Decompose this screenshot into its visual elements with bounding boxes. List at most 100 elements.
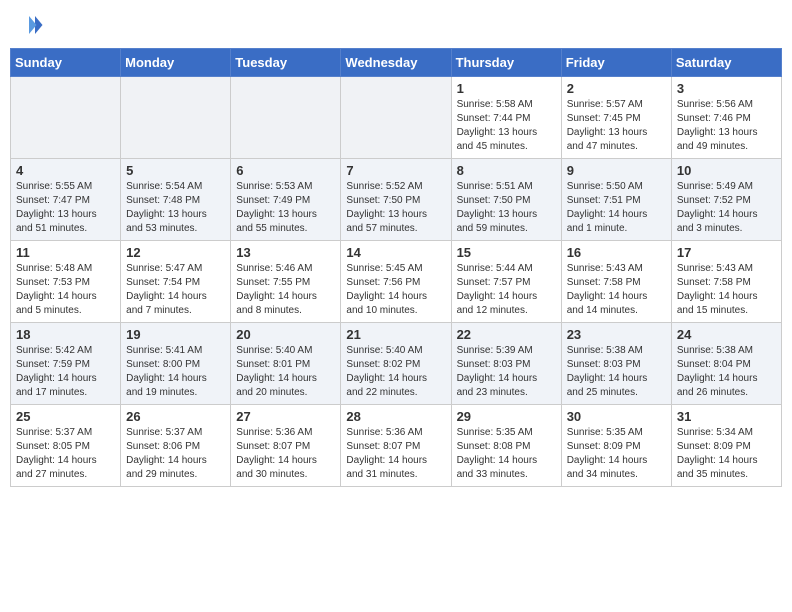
day-detail: Sunrise: 5:51 AM Sunset: 7:50 PM Dayligh…	[457, 180, 556, 236]
logo	[14, 10, 48, 40]
day-number: 10	[677, 163, 776, 178]
day-number: 9	[567, 163, 666, 178]
calendar-cell: 1 Sunrise: 5:58 AM Sunset: 7:44 PM Daylig…	[451, 77, 561, 159]
day-detail: Sunrise: 5:39 AM Sunset: 8:03 PM Dayligh…	[457, 344, 556, 400]
day-number: 21	[346, 327, 445, 342]
day-number: 1	[457, 81, 556, 96]
day-number: 3	[677, 81, 776, 96]
day-number: 7	[346, 163, 445, 178]
calendar-cell: 30 Sunrise: 5:35 AM Sunset: 8:09 PM Dayli…	[561, 405, 671, 487]
calendar-cell: 9 Sunrise: 5:50 AM Sunset: 7:51 PM Daylig…	[561, 159, 671, 241]
day-of-week-header: Friday	[561, 49, 671, 77]
day-detail: Sunrise: 5:55 AM Sunset: 7:47 PM Dayligh…	[16, 180, 115, 236]
day-detail: Sunrise: 5:44 AM Sunset: 7:57 PM Dayligh…	[457, 262, 556, 318]
calendar-cell	[341, 77, 451, 159]
day-number: 16	[567, 245, 666, 260]
calendar-cell	[121, 77, 231, 159]
day-number: 11	[16, 245, 115, 260]
day-of-week-header: Monday	[121, 49, 231, 77]
calendar-cell: 16 Sunrise: 5:43 AM Sunset: 7:58 PM Dayli…	[561, 241, 671, 323]
calendar-cell	[231, 77, 341, 159]
calendar-header-row: SundayMondayTuesdayWednesdayThursdayFrid…	[11, 49, 782, 77]
day-number: 18	[16, 327, 115, 342]
calendar-cell: 22 Sunrise: 5:39 AM Sunset: 8:03 PM Dayli…	[451, 323, 561, 405]
day-detail: Sunrise: 5:57 AM Sunset: 7:45 PM Dayligh…	[567, 98, 666, 154]
day-number: 4	[16, 163, 115, 178]
day-number: 31	[677, 409, 776, 424]
day-number: 17	[677, 245, 776, 260]
day-detail: Sunrise: 5:35 AM Sunset: 8:08 PM Dayligh…	[457, 426, 556, 482]
day-detail: Sunrise: 5:37 AM Sunset: 8:06 PM Dayligh…	[126, 426, 225, 482]
calendar-cell: 15 Sunrise: 5:44 AM Sunset: 7:57 PM Dayli…	[451, 241, 561, 323]
day-detail: Sunrise: 5:36 AM Sunset: 8:07 PM Dayligh…	[236, 426, 335, 482]
calendar-cell: 2 Sunrise: 5:57 AM Sunset: 7:45 PM Daylig…	[561, 77, 671, 159]
day-number: 6	[236, 163, 335, 178]
calendar-cell: 8 Sunrise: 5:51 AM Sunset: 7:50 PM Daylig…	[451, 159, 561, 241]
day-detail: Sunrise: 5:42 AM Sunset: 7:59 PM Dayligh…	[16, 344, 115, 400]
day-number: 23	[567, 327, 666, 342]
day-number: 8	[457, 163, 556, 178]
day-detail: Sunrise: 5:41 AM Sunset: 8:00 PM Dayligh…	[126, 344, 225, 400]
day-detail: Sunrise: 5:34 AM Sunset: 8:09 PM Dayligh…	[677, 426, 776, 482]
day-detail: Sunrise: 5:58 AM Sunset: 7:44 PM Dayligh…	[457, 98, 556, 154]
day-detail: Sunrise: 5:35 AM Sunset: 8:09 PM Dayligh…	[567, 426, 666, 482]
calendar-cell: 4 Sunrise: 5:55 AM Sunset: 7:47 PM Daylig…	[11, 159, 121, 241]
calendar-cell: 11 Sunrise: 5:48 AM Sunset: 7:53 PM Dayli…	[11, 241, 121, 323]
day-number: 13	[236, 245, 335, 260]
calendar-cell: 6Sunrise: 5:53 AM Sunset: 7:49 PM Daylig…	[231, 159, 341, 241]
calendar-cell: 10 Sunrise: 5:49 AM Sunset: 7:52 PM Dayli…	[671, 159, 781, 241]
day-detail: Sunrise: 5:49 AM Sunset: 7:52 PM Dayligh…	[677, 180, 776, 236]
day-number: 15	[457, 245, 556, 260]
calendar-cell	[11, 77, 121, 159]
calendar-cell: 13Sunrise: 5:46 AM Sunset: 7:55 PM Dayli…	[231, 241, 341, 323]
logo-icon	[14, 10, 44, 40]
day-number: 24	[677, 327, 776, 342]
day-number: 5	[126, 163, 225, 178]
day-detail: Sunrise: 5:36 AM Sunset: 8:07 PM Dayligh…	[346, 426, 445, 482]
day-of-week-header: Saturday	[671, 49, 781, 77]
day-detail: Sunrise: 5:38 AM Sunset: 8:04 PM Dayligh…	[677, 344, 776, 400]
day-number: 25	[16, 409, 115, 424]
day-number: 29	[457, 409, 556, 424]
calendar-week-row: 25 Sunrise: 5:37 AM Sunset: 8:05 PM Dayli…	[11, 405, 782, 487]
calendar-cell: 14 Sunrise: 5:45 AM Sunset: 7:56 PM Dayli…	[341, 241, 451, 323]
day-detail: Sunrise: 5:45 AM Sunset: 7:56 PM Dayligh…	[346, 262, 445, 318]
day-detail: Sunrise: 5:52 AM Sunset: 7:50 PM Dayligh…	[346, 180, 445, 236]
calendar-week-row: 18 Sunrise: 5:42 AM Sunset: 7:59 PM Dayli…	[11, 323, 782, 405]
day-detail: Sunrise: 5:50 AM Sunset: 7:51 PM Dayligh…	[567, 180, 666, 236]
calendar-week-row: 1 Sunrise: 5:58 AM Sunset: 7:44 PM Daylig…	[11, 77, 782, 159]
calendar-cell: 25 Sunrise: 5:37 AM Sunset: 8:05 PM Dayli…	[11, 405, 121, 487]
day-number: 22	[457, 327, 556, 342]
calendar-cell: 31 Sunrise: 5:34 AM Sunset: 8:09 PM Dayli…	[671, 405, 781, 487]
day-detail: Sunrise: 5:37 AM Sunset: 8:05 PM Dayligh…	[16, 426, 115, 482]
day-detail: Sunrise: 5:56 AM Sunset: 7:46 PM Dayligh…	[677, 98, 776, 154]
calendar-cell: 26Sunrise: 5:37 AM Sunset: 8:06 PM Dayli…	[121, 405, 231, 487]
calendar-cell: 5 Sunrise: 5:54 AM Sunset: 7:48 PM Daylig…	[121, 159, 231, 241]
day-detail: Sunrise: 5:48 AM Sunset: 7:53 PM Dayligh…	[16, 262, 115, 318]
page-header	[10, 10, 782, 40]
day-detail: Sunrise: 5:43 AM Sunset: 7:58 PM Dayligh…	[567, 262, 666, 318]
calendar-cell: 7 Sunrise: 5:52 AM Sunset: 7:50 PM Daylig…	[341, 159, 451, 241]
day-of-week-header: Thursday	[451, 49, 561, 77]
day-number: 12	[126, 245, 225, 260]
day-number: 30	[567, 409, 666, 424]
calendar-week-row: 11 Sunrise: 5:48 AM Sunset: 7:53 PM Dayli…	[11, 241, 782, 323]
day-number: 20	[236, 327, 335, 342]
calendar-table: SundayMondayTuesdayWednesdayThursdayFrid…	[10, 48, 782, 487]
calendar-cell: 12 Sunrise: 5:47 AM Sunset: 7:54 PM Dayli…	[121, 241, 231, 323]
calendar-cell: 20 Sunrise: 5:40 AM Sunset: 8:01 PM Dayli…	[231, 323, 341, 405]
calendar-cell: 18 Sunrise: 5:42 AM Sunset: 7:59 PM Dayli…	[11, 323, 121, 405]
day-detail: Sunrise: 5:47 AM Sunset: 7:54 PM Dayligh…	[126, 262, 225, 318]
calendar-cell: 19Sunrise: 5:41 AM Sunset: 8:00 PM Dayli…	[121, 323, 231, 405]
day-detail: Sunrise: 5:40 AM Sunset: 8:01 PM Dayligh…	[236, 344, 335, 400]
calendar-cell: 17Sunrise: 5:43 AM Sunset: 7:58 PM Dayli…	[671, 241, 781, 323]
calendar-week-row: 4 Sunrise: 5:55 AM Sunset: 7:47 PM Daylig…	[11, 159, 782, 241]
day-number: 2	[567, 81, 666, 96]
calendar-cell: 3 Sunrise: 5:56 AM Sunset: 7:46 PM Daylig…	[671, 77, 781, 159]
day-of-week-header: Tuesday	[231, 49, 341, 77]
calendar-cell: 21Sunrise: 5:40 AM Sunset: 8:02 PM Dayli…	[341, 323, 451, 405]
day-detail: Sunrise: 5:54 AM Sunset: 7:48 PM Dayligh…	[126, 180, 225, 236]
day-number: 28	[346, 409, 445, 424]
day-of-week-header: Sunday	[11, 49, 121, 77]
day-number: 14	[346, 245, 445, 260]
